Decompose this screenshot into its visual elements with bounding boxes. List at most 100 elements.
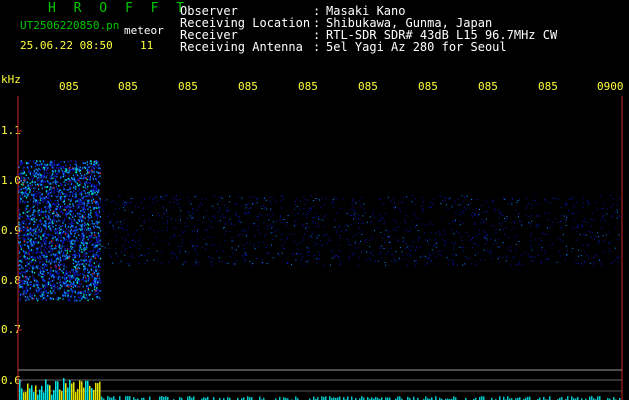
noise-dot: [429, 255, 431, 257]
noise-dot: [208, 256, 210, 257]
noise-dot: [602, 235, 604, 237]
noise-dot: [78, 256, 80, 259]
noise-dot: [478, 213, 480, 215]
noise-dot: [619, 256, 621, 258]
noise-dot: [54, 180, 56, 182]
noise-dot: [18, 191, 20, 193]
noise-dot: [37, 199, 39, 202]
noise-dot: [303, 226, 305, 228]
noise-dot: [93, 160, 95, 163]
noise-dot: [358, 214, 359, 216]
noise-dot: [121, 224, 123, 225]
noise-dot: [502, 228, 504, 230]
noise-dot: [166, 195, 168, 197]
noise-dot: [53, 162, 55, 165]
noise-dot: [43, 290, 45, 292]
noise-dot: [127, 241, 129, 243]
noise-dot: [69, 299, 71, 302]
noise-dot: [405, 196, 407, 198]
noise-dot: [265, 247, 267, 248]
noise-dot: [41, 193, 43, 195]
noise-dot: [237, 215, 239, 217]
noise-dot: [573, 203, 575, 205]
noise-dot: [438, 250, 440, 252]
noise-dot: [84, 227, 86, 230]
noise-dot: [59, 258, 61, 261]
noise-dot: [40, 178, 42, 181]
noise-dot: [609, 251, 611, 252]
noise-dot: [56, 282, 58, 284]
noise-dot: [453, 246, 455, 248]
noise-dot: [493, 199, 495, 201]
noise-dot: [560, 207, 562, 209]
amplitude-bar: [119, 396, 121, 400]
noise-dot: [80, 218, 82, 221]
noise-dot: [66, 252, 68, 254]
noise-dot: [93, 271, 95, 274]
noise-dot: [394, 207, 396, 209]
noise-dot: [146, 260, 148, 261]
noise-dot: [80, 197, 83, 200]
noise-dot: [371, 235, 373, 237]
noise-dot: [456, 264, 458, 266]
noise-dot: [558, 222, 559, 223]
noise-dot: [199, 205, 201, 207]
noise-dot: [97, 281, 99, 284]
amplitude-bar: [97, 383, 99, 400]
noise-dot: [82, 201, 85, 203]
noise-dot: [48, 242, 51, 245]
noise-dot: [73, 193, 76, 195]
noise-dot: [153, 197, 155, 199]
noise-dot: [24, 190, 27, 193]
noise-dot: [302, 224, 304, 226]
noise-dot: [500, 211, 502, 213]
noise-dot: [27, 177, 30, 179]
noise-dot: [595, 253, 597, 255]
noise-dot: [286, 263, 288, 265]
noise-dot: [85, 252, 87, 255]
noise-dot: [52, 237, 54, 240]
noise-dot: [61, 245, 63, 248]
noise-dot: [77, 199, 80, 202]
noise-dot: [54, 219, 56, 221]
noise-dot: [29, 209, 32, 212]
noise-dot: [530, 204, 532, 206]
noise-dot: [347, 241, 349, 242]
noise-dot: [330, 202, 332, 204]
noise-dot: [358, 222, 359, 224]
noise-dot: [352, 236, 354, 238]
noise-dot: [177, 245, 179, 247]
noise-dot: [158, 215, 160, 217]
noise-dot: [418, 237, 420, 239]
noise-dot: [24, 220, 26, 223]
noise-dot: [527, 254, 529, 255]
noise-dot: [551, 225, 553, 227]
noise-dot: [74, 215, 76, 217]
noise-dot: [315, 223, 316, 225]
noise-dot: [333, 206, 335, 208]
noise-dot: [39, 275, 41, 277]
noise-dot: [42, 267, 44, 270]
noise-dot: [318, 251, 320, 253]
noise-dot: [411, 246, 413, 248]
noise-dot: [272, 225, 274, 227]
noise-dot: [587, 230, 589, 232]
noise-dot: [178, 202, 180, 204]
noise-dot: [472, 199, 474, 201]
noise-dot: [285, 225, 287, 227]
noise-dot: [537, 216, 538, 217]
noise-dot: [308, 207, 310, 209]
noise-dot: [27, 195, 29, 197]
noise-dot: [472, 212, 474, 214]
noise-dot: [47, 190, 49, 193]
noise-dot: [86, 195, 88, 197]
noise-dot: [131, 253, 133, 255]
noise-dot: [495, 228, 497, 230]
noise-dot: [20, 246, 22, 249]
noise-dot: [62, 222, 64, 224]
noise-dot: [32, 234, 34, 237]
noise-dot: [414, 215, 416, 216]
noise-dot: [126, 229, 128, 231]
noise-dot: [272, 257, 274, 259]
noise-dot: [118, 208, 120, 210]
